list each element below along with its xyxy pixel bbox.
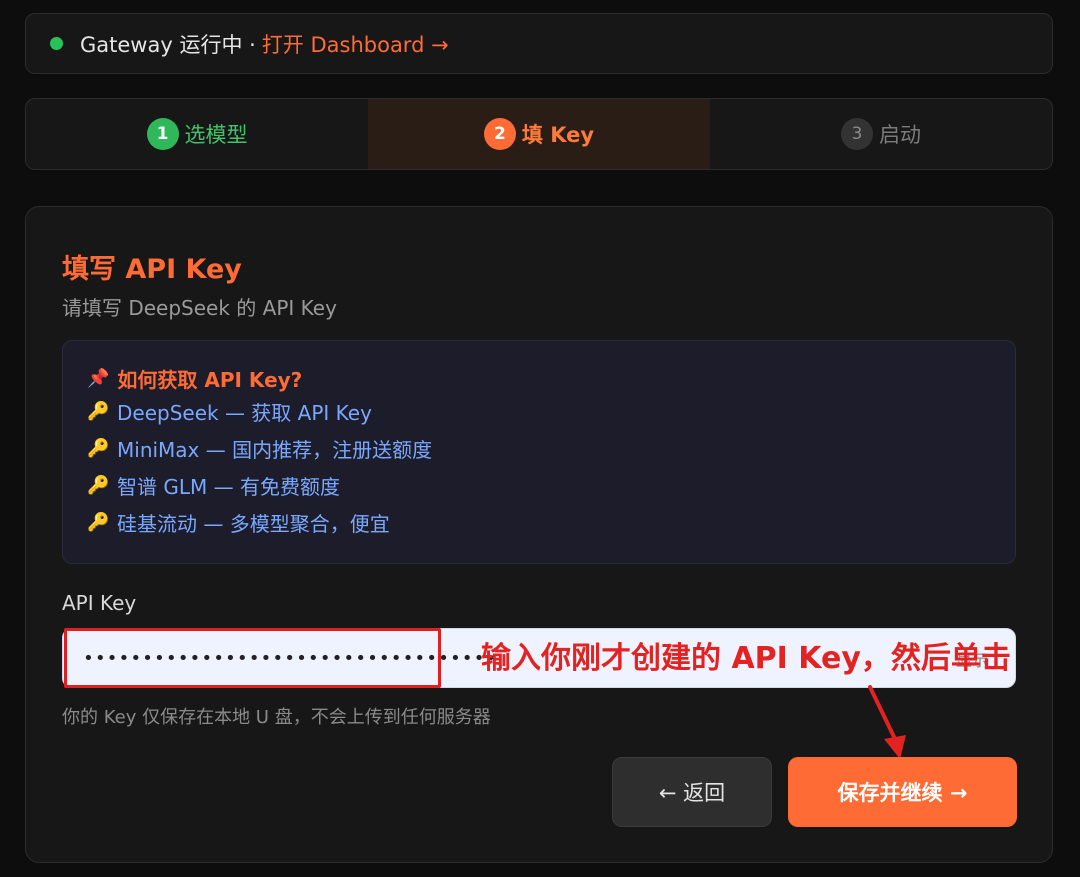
card-title: 填写 API Key (62, 254, 242, 285)
tip-link-glm[interactable]: 🔑 智谱 GLM — 有免费额度 (87, 467, 991, 504)
key-storage-hint: 你的 Key 仅保存在本地 U 盘，不会上传到任何服务器 (62, 707, 491, 728)
key-icon: 🔑 (87, 401, 110, 422)
tip-label: 智谱 GLM — 有免费额度 (117, 475, 340, 499)
annotation-arrow-icon (868, 685, 906, 759)
annotation-text: 输入你刚才创建的 API Key，然后单击 (481, 641, 1011, 676)
tip-link-minimax[interactable]: 🔑 MiniMax — 国内推荐，注册送额度 (87, 430, 991, 467)
step-launch[interactable]: 3 启动 (710, 99, 1052, 169)
tip-label: MiniMax — 国内推荐，注册送额度 (117, 438, 433, 462)
tip-label: 硅基流动 — 多模型聚合，便宜 (117, 512, 390, 536)
step-number-badge: 2 (483, 118, 516, 150)
key-icon: 🔑 (87, 512, 110, 533)
tip-link-siliconflow[interactable]: 🔑 硅基流动 — 多模型聚合，便宜 (87, 504, 991, 541)
setup-steps: 1 选模型 2 填 Key 3 启动 (25, 98, 1053, 170)
tips-heading: 📌 如何获取 API Key? (87, 363, 991, 393)
step-label: 选模型 (184, 123, 248, 147)
open-dashboard-link[interactable]: 打开 Dashboard → (262, 29, 449, 59)
key-icon: 🔑 (87, 475, 110, 496)
pin-icon: 📌 (87, 367, 110, 389)
gateway-status-bar: Gateway 运行中 · 打开 Dashboard → (25, 13, 1053, 74)
key-icon: 🔑 (87, 438, 110, 459)
card-subtitle: 请填写 DeepSeek 的 API Key (62, 296, 337, 320)
step-number-badge: 1 (146, 118, 179, 150)
step-fill-key[interactable]: 2 填 Key (368, 99, 710, 169)
how-to-get-key-panel: 📌 如何获取 API Key? 🔑 DeepSeek — 获取 API Key … (62, 340, 1016, 564)
tip-link-deepseek[interactable]: 🔑 DeepSeek — 获取 API Key (87, 393, 991, 430)
save-continue-button[interactable]: 保存并继续 → (788, 757, 1017, 827)
back-button[interactable]: ← 返回 (612, 757, 772, 827)
api-key-card: 填写 API Key 请填写 DeepSeek 的 API Key 📌 如何获取… (25, 206, 1053, 863)
tip-label: DeepSeek — 获取 API Key (117, 401, 372, 425)
step-number-badge: 3 (841, 118, 873, 150)
tips-title: 如何获取 API Key? (117, 367, 303, 392)
api-key-label: API Key (62, 591, 137, 615)
step-label: 填 Key (521, 123, 595, 147)
step-label: 启动 (879, 123, 921, 147)
gateway-status-text: Gateway 运行中 · (80, 32, 256, 57)
step-select-model[interactable]: 1 选模型 (26, 99, 368, 169)
status-dot-icon (50, 37, 63, 50)
